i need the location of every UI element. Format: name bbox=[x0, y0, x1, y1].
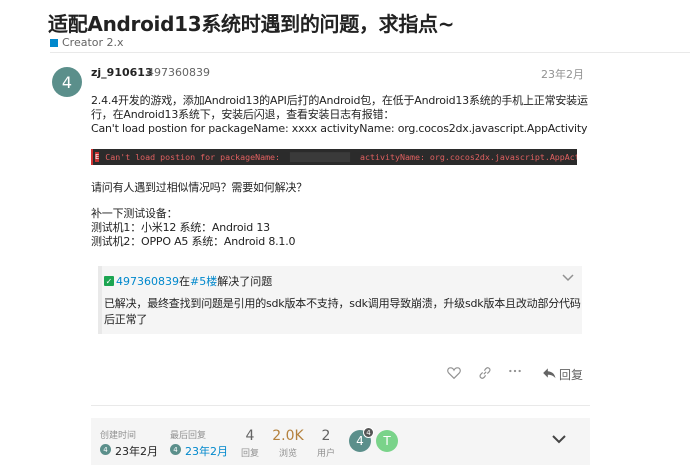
solution-floor-link[interactable]: #5楼 bbox=[190, 273, 217, 289]
redacted-package: ████████████ bbox=[280, 152, 360, 162]
reply-label: 回复 bbox=[559, 368, 584, 382]
error-badge: E bbox=[95, 152, 100, 162]
created-label: 创建时间 bbox=[100, 431, 137, 441]
reply-button[interactable]: 回复 bbox=[542, 366, 583, 383]
solution-user-link[interactable]: 497360839 bbox=[116, 275, 179, 288]
post-date[interactable]: 23年2月 bbox=[541, 66, 584, 82]
error-log-image[interactable]: E Can't load postion for packageName: ██… bbox=[91, 149, 577, 165]
post-line-2: 行，在Android13系统下，安装后闪退，查看安装日志有报错： bbox=[91, 108, 395, 121]
username[interactable]: zj_910613 bbox=[91, 66, 153, 79]
creator-avatar: 4 bbox=[100, 444, 111, 455]
heart-icon[interactable] bbox=[447, 366, 461, 383]
last-reply-avatar: 4 bbox=[170, 444, 181, 455]
category-label: Creator 2.x bbox=[62, 36, 124, 49]
category-badge[interactable]: Creator 2.x bbox=[50, 36, 124, 49]
devices-title: 补一下测试设备： bbox=[91, 207, 178, 220]
more-options-icon[interactable] bbox=[508, 364, 522, 382]
link-icon[interactable] bbox=[478, 366, 492, 384]
top-divider bbox=[50, 52, 690, 53]
error-log-text: Can't load postion for packageName: ████… bbox=[105, 152, 577, 162]
participant-post-count-badge: 4 bbox=[363, 427, 374, 438]
solution-line-2: 后正常了 bbox=[104, 313, 148, 326]
reply-arrow-icon bbox=[542, 367, 556, 383]
category-color-square bbox=[50, 38, 58, 47]
users-count: 2 bbox=[321, 428, 331, 444]
checkmark-icon: ✓ bbox=[104, 276, 114, 286]
post-line-1: 2.4.4开发的游戏，添加Android13的API后打的Android包，在低… bbox=[91, 94, 588, 107]
created-date: 23年2月 bbox=[115, 445, 158, 458]
solution-header: ✓ 497360839 在 #5楼 解决了问题 bbox=[104, 273, 272, 289]
post-line-3: Can't load postion for packageName: xxxx… bbox=[91, 122, 588, 135]
device-1: 测试机1：小米12 系统：Android 13 bbox=[91, 221, 270, 234]
users-label: 用户 bbox=[316, 449, 335, 459]
views-count: 2.0K bbox=[272, 428, 304, 444]
error-log-suffix: activityName: org.cocos2dx.javascript.Ap… bbox=[360, 152, 577, 162]
solution-solved-text: 解决了问题 bbox=[217, 275, 273, 288]
last-reply-date[interactable]: 23年2月 bbox=[185, 443, 228, 459]
topic-map: 创建时间 4 23年2月 最后回复 4 23年2月 4 回复 2.0K 浏览 2… bbox=[91, 418, 590, 465]
avatar[interactable]: 4 bbox=[52, 67, 82, 97]
replies-count: 4 bbox=[245, 428, 255, 444]
topic-title[interactable]: 适配Android13系统时遇到的问题，求指点~ bbox=[48, 8, 455, 37]
post-question: 请问有人遇到过相似情况吗？需要如何解决？ bbox=[91, 181, 307, 194]
last-reply-label: 最后回复 bbox=[170, 431, 207, 441]
replies-label: 回复 bbox=[240, 449, 259, 459]
user-id[interactable]: 497360839 bbox=[147, 66, 210, 79]
device-2: 测试机2：OPPO A5 系统：Android 8.1.0 bbox=[91, 235, 296, 248]
bottom-divider bbox=[91, 405, 590, 406]
expand-chevron-icon[interactable] bbox=[552, 432, 566, 448]
solution-text: 已解决，最终查找到问题是引用的sdk版本不支持，sdk调用导致崩溃，升级sdk版… bbox=[104, 296, 581, 328]
views-label: 浏览 bbox=[278, 449, 297, 459]
participant-avatar-2[interactable]: T bbox=[376, 430, 398, 452]
solution-in: 在 bbox=[179, 275, 190, 288]
chevron-down-icon[interactable] bbox=[562, 271, 574, 285]
solution-line-1: 已解决，最终查找到问题是引用的sdk版本不支持，sdk调用导致崩溃，升级sdk版… bbox=[104, 297, 581, 310]
error-log-prefix: Can't load postion for packageName: bbox=[105, 152, 281, 162]
